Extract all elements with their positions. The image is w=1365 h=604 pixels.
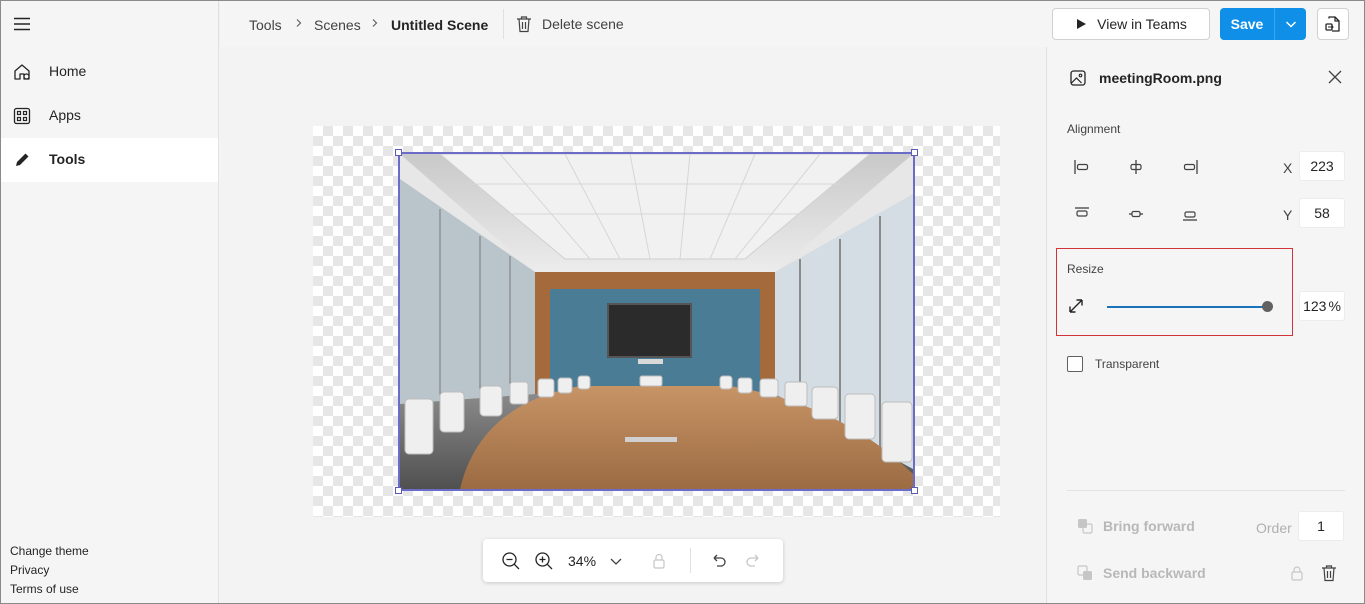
alignment-label: Alignment: [1067, 122, 1121, 136]
resize-label: Resize: [1067, 262, 1104, 276]
export-document-icon: [1324, 15, 1342, 33]
zoom-toolbar-divider: [690, 548, 691, 573]
zoom-out-icon[interactable]: [501, 551, 521, 571]
breadcrumb-scenes[interactable]: Scenes: [314, 17, 361, 33]
home-icon: [13, 63, 31, 81]
save-options-dropdown[interactable]: [1274, 8, 1306, 40]
zoom-toolbar: 34%: [483, 539, 783, 582]
apps-icon: [13, 107, 31, 125]
order-label: Order: [1256, 520, 1292, 536]
export-scene-button[interactable]: [1317, 8, 1349, 40]
send-backward-icon: [1077, 565, 1093, 581]
x-position-input[interactable]: 223: [1299, 151, 1345, 181]
close-icon[interactable]: [1328, 70, 1342, 84]
resize-unit: %: [1328, 298, 1341, 314]
lock-icon: [649, 551, 669, 571]
sidebar-item-tools[interactable]: Tools: [1, 138, 218, 182]
align-center-horizontal-icon[interactable]: [1126, 157, 1146, 177]
redo-icon: [743, 551, 763, 571]
delete-scene-label: Delete scene: [542, 16, 624, 32]
trash-icon: [516, 15, 532, 33]
resize-percent-input[interactable]: 123 %: [1299, 291, 1345, 321]
resize-arrows-icon: [1067, 297, 1085, 315]
sidebar-item-label: Home: [49, 63, 87, 79]
file-name: meetingRoom.png: [1099, 70, 1222, 86]
zoom-in-icon[interactable]: [534, 551, 554, 571]
align-right-icon[interactable]: [1180, 157, 1200, 177]
y-label: Y: [1283, 207, 1293, 223]
change-theme-link[interactable]: Change theme: [10, 544, 89, 558]
bring-forward-button[interactable]: Bring forward: [1077, 518, 1195, 534]
terms-of-use-link[interactable]: Terms of use: [10, 582, 79, 596]
chevron-right-icon: [294, 18, 304, 28]
order-input[interactable]: 1: [1298, 511, 1344, 541]
resize-handle-bottom-right[interactable]: [911, 487, 918, 494]
bring-forward-icon: [1077, 518, 1093, 534]
panel-divider: [1067, 490, 1345, 491]
chevron-down-icon: [1285, 18, 1297, 30]
resize-handle-bottom-left[interactable]: [395, 487, 402, 494]
transparent-label: Transparent: [1095, 357, 1160, 371]
y-position-input[interactable]: 58: [1299, 198, 1345, 228]
sidebar-item-apps[interactable]: Apps: [1, 94, 218, 138]
resize-handle-top-left[interactable]: [395, 149, 402, 156]
scene-canvas[interactable]: 34%: [220, 47, 1046, 603]
properties-panel: meetingRoom.png Alignment X 223 Y 58 Res…: [1046, 47, 1364, 603]
align-left-icon[interactable]: [1072, 157, 1092, 177]
toolbar-divider: [503, 9, 504, 39]
breadcrumb-tools[interactable]: Tools: [249, 17, 282, 33]
sidebar-item-label: Tools: [49, 151, 86, 167]
save-button[interactable]: Save: [1220, 8, 1274, 40]
resize-slider[interactable]: [1107, 306, 1268, 308]
resize-slider-thumb[interactable]: [1262, 301, 1273, 312]
delete-element-icon[interactable]: [1321, 564, 1339, 582]
hamburger-menu-icon[interactable]: [13, 15, 31, 33]
zoom-level: 34%: [568, 553, 597, 569]
send-backward-button[interactable]: Send backward: [1077, 565, 1206, 581]
play-icon: [1075, 18, 1087, 30]
send-backward-label: Send backward: [1103, 565, 1206, 581]
top-toolbar: Tools Scenes Untitled Scene Delete scene…: [220, 1, 1364, 47]
lock-icon: [1289, 565, 1305, 581]
sidebar-item-home[interactable]: Home: [1, 50, 218, 94]
file-header: meetingRoom.png: [1069, 69, 1222, 87]
transparent-checkbox[interactable]: [1067, 356, 1083, 372]
align-bottom-icon[interactable]: [1180, 204, 1200, 224]
resize-handle-top-right[interactable]: [911, 149, 918, 156]
resize-value: 123: [1303, 298, 1327, 314]
align-top-icon[interactable]: [1072, 204, 1092, 224]
privacy-link[interactable]: Privacy: [10, 563, 49, 577]
bring-forward-label: Bring forward: [1103, 518, 1195, 534]
meeting-room-image[interactable]: [398, 152, 915, 491]
undo-icon[interactable]: [709, 551, 729, 571]
pencil-icon: [13, 151, 31, 169]
view-in-teams-button[interactable]: View in Teams: [1052, 8, 1210, 40]
chevron-right-icon: [370, 18, 380, 28]
delete-scene-button[interactable]: Delete scene: [516, 14, 624, 34]
breadcrumb-current: Untitled Scene: [391, 17, 489, 33]
x-label: X: [1283, 160, 1293, 176]
chevron-down-icon[interactable]: [606, 551, 626, 571]
view-in-teams-label: View in Teams: [1097, 16, 1187, 32]
sidebar-item-label: Apps: [49, 107, 81, 123]
align-center-vertical-icon[interactable]: [1126, 204, 1146, 224]
image-icon: [1069, 69, 1087, 87]
sidebar: Home Apps Tools Change theme Privacy Ter…: [1, 1, 219, 603]
